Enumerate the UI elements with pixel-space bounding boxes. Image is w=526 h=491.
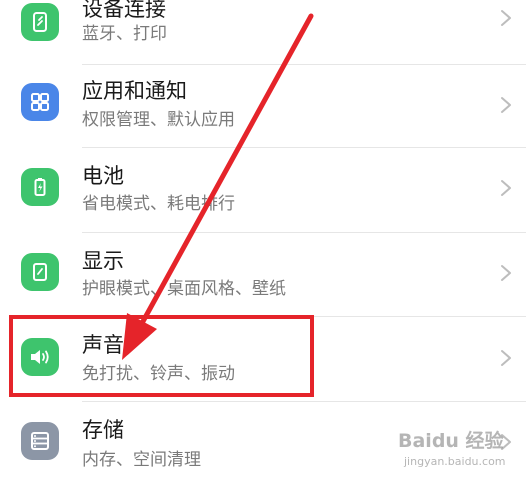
settings-item-device-connection[interactable]: 设备连接 蓝牙、打印 [0, 0, 526, 65]
chevron-right-icon [501, 265, 511, 281]
settings-item-apps-notifications[interactable]: 应用和通知 权限管理、默认应用 [0, 65, 526, 150]
chevron-right-icon [501, 97, 511, 113]
battery-icon [21, 168, 59, 206]
chevron-right-icon [501, 180, 511, 196]
settings-item-subtitle: 内存、空间清理 [82, 450, 201, 470]
settings-list: 设备连接 蓝牙、打印 应用和通知 权限管理、默认应用 电池 省电模式、耗电排行 … [0, 0, 526, 491]
settings-item-title: 声音 [82, 333, 124, 357]
speaker-icon [21, 338, 59, 376]
settings-item-title: 电池 [82, 164, 124, 188]
settings-item-subtitle: 省电模式、耗电排行 [82, 194, 235, 214]
settings-item-display[interactable]: 显示 护眼模式、桌面风格、壁纸 [0, 233, 526, 318]
chevron-right-icon [501, 434, 511, 450]
settings-item-sound[interactable]: 声音 免打扰、铃声、振动 [0, 317, 526, 402]
settings-item-subtitle: 护眼模式、桌面风格、壁纸 [82, 279, 286, 299]
display-icon [21, 253, 59, 291]
apps-grid-icon [21, 83, 59, 121]
settings-item-title: 存储 [82, 418, 124, 442]
chevron-right-icon [501, 10, 511, 26]
settings-item-title: 设备连接 [82, 0, 166, 21]
settings-item-title: 应用和通知 [82, 79, 187, 103]
settings-item-subtitle: 权限管理、默认应用 [82, 110, 235, 130]
chevron-right-icon [501, 350, 511, 366]
settings-item-storage[interactable]: 存储 内存、空间清理 [0, 402, 526, 487]
device-connection-icon [21, 3, 59, 41]
settings-item-subtitle: 蓝牙、打印 [82, 24, 167, 44]
settings-item-title: 显示 [82, 249, 124, 273]
settings-item-battery[interactable]: 电池 省电模式、耗电排行 [0, 148, 526, 233]
settings-item-subtitle: 免打扰、铃声、振动 [82, 364, 235, 384]
storage-icon [21, 422, 59, 460]
